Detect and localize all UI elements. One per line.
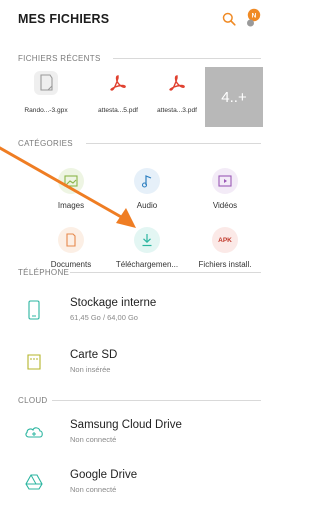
storage-internal[interactable]: Stockage interne 61,45 Go / 64,00 Go (0, 290, 267, 334)
document-icon (58, 227, 84, 253)
search-icon[interactable] (222, 12, 236, 26)
cloud-section-label: CLOUD (18, 396, 48, 405)
category-images[interactable]: Images (34, 168, 108, 228)
storage-detail: Non connecté (70, 435, 117, 444)
cloud-samsung-drive[interactable]: Samsung Cloud Drive Non connecté (0, 412, 267, 456)
category-label: Audio (136, 201, 158, 210)
category-installed-files[interactable]: APK Fichiers install. (188, 227, 262, 287)
apk-badge: APK (218, 236, 232, 244)
category-label: Vidéos (212, 201, 238, 210)
sd-card-icon (24, 350, 44, 374)
apk-icon: APK (212, 227, 238, 253)
cloud-icon (24, 420, 44, 444)
header: MES FICHIERS N (0, 0, 267, 36)
storage-sd-card[interactable]: Carte SD Non insérée (0, 342, 267, 386)
categories-section-label: CATÉGORIES (18, 139, 73, 148)
notification-icon[interactable]: N (244, 6, 262, 30)
recent-file-name: attesta...5.pdf (98, 107, 138, 114)
music-note-icon (134, 168, 160, 194)
category-label: Fichiers install. (198, 260, 252, 269)
recent-section-label: FICHIERS RÉCENTS (18, 54, 101, 63)
divider (113, 58, 261, 59)
video-icon (212, 168, 238, 194)
page-title: MES FICHIERS (18, 12, 110, 26)
category-label: Images (57, 201, 85, 210)
category-videos[interactable]: Vidéos (188, 168, 262, 228)
google-drive-icon (24, 470, 44, 494)
category-documents[interactable]: Documents (34, 227, 108, 287)
divider (86, 143, 261, 144)
divider (70, 272, 261, 273)
more-count: 4..+ (221, 88, 247, 106)
image-icon (58, 168, 84, 194)
notification-badge: N (252, 12, 257, 19)
storage-detail: 61,45 Go / 64,00 Go (70, 313, 138, 322)
storage-name: Samsung Cloud Drive (70, 419, 182, 431)
storage-name: Stockage interne (70, 297, 157, 309)
recent-file-item[interactable]: attesta...3.pdf (146, 65, 206, 125)
category-audio[interactable]: Audio (110, 168, 184, 228)
storage-detail: Non connecté (70, 485, 117, 494)
cloud-google-drive[interactable]: Google Drive Non connecté (0, 462, 267, 506)
storage-detail: Non insérée (70, 365, 111, 374)
storage-name: Google Drive (70, 469, 138, 481)
storage-name: Carte SD (70, 349, 118, 361)
divider (52, 400, 261, 401)
category-label: Téléchargemen... (115, 260, 179, 269)
download-icon (134, 227, 160, 253)
recent-file-item[interactable]: Rando...-3.gpx (15, 65, 75, 125)
recent-file-name: Rando...-3.gpx (24, 107, 68, 114)
phone-icon (24, 298, 44, 322)
phone-section-label: TÉLÉPHONE (18, 268, 70, 277)
gpx-file-icon (34, 71, 58, 95)
recent-file-name: attesta...3.pdf (157, 107, 197, 114)
category-downloads[interactable]: Téléchargemen... (110, 227, 184, 287)
recent-file-item[interactable]: attesta...5.pdf (87, 65, 147, 125)
pdf-file-icon (106, 71, 130, 95)
pdf-file-icon (165, 71, 189, 95)
more-recent-files-button[interactable]: 4..+ (205, 67, 263, 127)
